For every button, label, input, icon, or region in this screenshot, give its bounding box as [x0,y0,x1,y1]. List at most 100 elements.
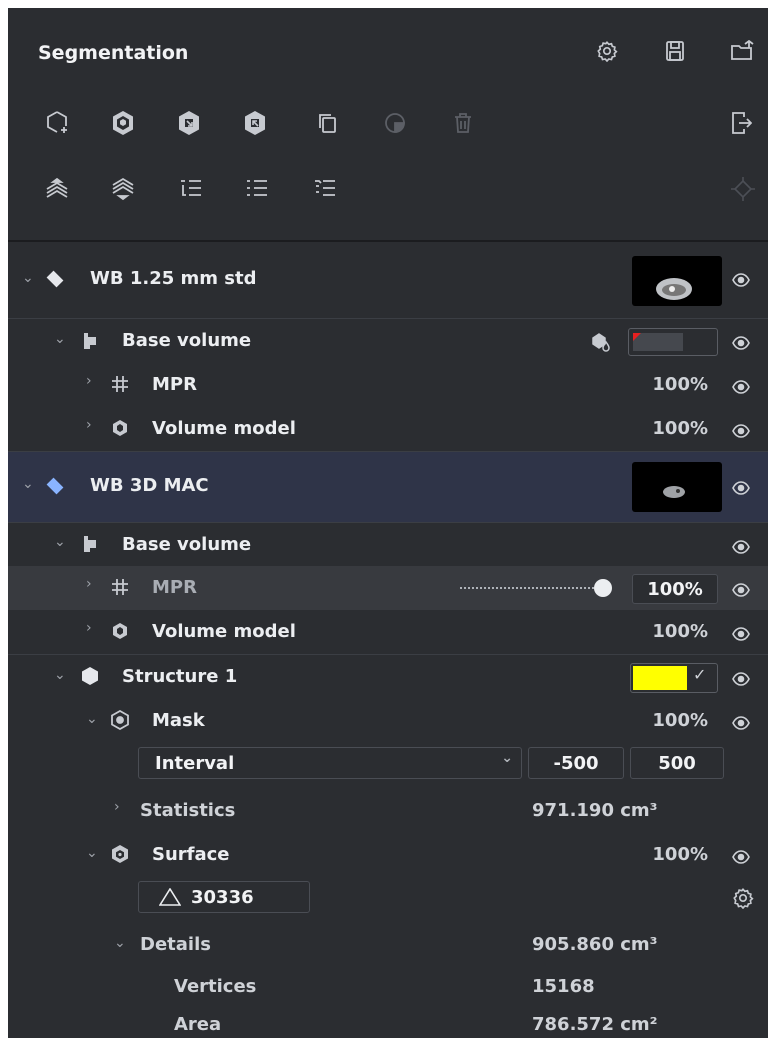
series-thumbnail[interactable] [632,256,722,306]
visibility-eye-icon[interactable] [732,539,750,554]
chevron-down-icon[interactable]: ⌄ [54,667,66,683]
triangle-count-row: 30336 [8,877,768,923]
opacity-input[interactable]: 100% [632,574,718,604]
save-icon[interactable] [662,38,688,64]
opacity-slider-thumb[interactable] [594,579,612,597]
exit-icon[interactable] [726,108,756,138]
interval-mode-value: Interval [155,752,235,774]
mpr-icon [110,577,130,597]
layers-up-icon[interactable] [42,174,72,204]
open-folder-icon[interactable] [728,38,756,64]
series-row-1[interactable]: ⌄ WB 1.25 mm std [8,242,768,319]
interval-min-input[interactable]: -500 [528,747,624,779]
list-indent-icon[interactable] [176,174,206,204]
chevron-down-icon[interactable]: ⌄ [86,711,98,727]
list-collapse-icon[interactable] [310,174,340,204]
chevron-right-icon[interactable]: › [86,576,92,592]
interval-row: Interval ⌄ -500 500 [8,743,768,789]
base-volume-row[interactable]: ⌄ Base volume [8,319,768,363]
interval-max-input[interactable]: 500 [630,747,724,779]
series-diamond-icon [46,270,64,288]
chevron-down-icon[interactable]: ⌄ [54,331,66,347]
opacity-value: 100% [652,418,708,439]
colormap-swatch[interactable] [628,328,718,356]
structure-label: Structure 1 [122,666,238,687]
visibility-eye-icon[interactable] [732,715,750,730]
details-row[interactable]: ⌄ Details 905.860 cm³ [8,923,768,967]
statistics-row[interactable]: › Statistics 971.190 cm³ [8,789,768,833]
chevron-down-icon[interactable]: ⌄ [22,476,34,492]
structure-color-swatch [633,666,687,690]
volume-icon [80,331,100,351]
volume-model-row[interactable]: › Volume model 100% [8,610,768,655]
volume-model-row[interactable]: › Volume model 100% [8,407,768,451]
base-volume-row[interactable]: ⌄ Base volume [8,522,768,566]
chevron-down-icon[interactable]: ⌄ [114,935,126,951]
series-label: WB 3D MAC [90,475,209,496]
chevron-right-icon[interactable]: › [86,620,92,636]
base-volume-label: Base volume [122,330,252,351]
opacity-value: 100% [652,710,708,731]
visibility-eye-icon[interactable] [732,335,750,350]
statistics-value: 971.190 cm³ [532,800,658,821]
visibility-eye-icon[interactable] [732,480,750,495]
triangle-icon [159,888,181,906]
copy-icon[interactable] [312,108,342,138]
cube-import-icon[interactable] [174,108,204,138]
chevron-right-icon[interactable]: › [86,373,92,389]
visibility-eye-icon[interactable] [732,671,750,686]
details-value: 905.860 cm³ [532,934,658,955]
area-row: Area 786.572 cm² [8,1008,768,1038]
structure-row[interactable]: ⌄ Structure 1 ✓ [8,655,768,699]
mpr-icon [110,374,130,394]
visibility-eye-icon[interactable] [732,272,750,287]
mpr-row[interactable]: › MPR 100% [8,566,768,610]
vertices-row: Vertices 15168 [8,967,768,1007]
series-row-2[interactable]: ⌄ WB 3D MAC [8,451,768,523]
visibility-eye-icon[interactable] [732,582,750,597]
cube-outline-icon[interactable] [108,108,138,138]
volume-model-label: Volume model [152,418,296,439]
chevron-down-icon[interactable]: ⌄ [86,845,98,861]
add-segment-icon[interactable] [42,108,72,138]
vertices-label: Vertices [174,976,257,997]
panel-title: Segmentation [38,42,189,64]
settings-gear-icon[interactable] [594,38,620,64]
chevron-right-icon[interactable]: › [114,799,120,815]
checkmark-icon: ✓ [693,665,707,684]
mask-row[interactable]: ⌄ Mask 100% [8,699,768,743]
opacity-slider-track[interactable] [460,587,610,591]
visibility-eye-icon[interactable] [732,626,750,641]
triangle-count-field[interactable]: 30336 [138,881,310,913]
area-value: 786.572 cm² [532,1014,658,1035]
hexagon-icon [80,666,100,686]
mpr-row[interactable]: › MPR 100% [8,363,768,407]
vertices-value: 15168 [532,976,595,997]
mpr-label: MPR [152,577,197,598]
trash-icon[interactable] [448,108,478,138]
area-label: Area [174,1014,222,1035]
list-icon[interactable] [242,174,272,204]
surface-row[interactable]: ⌄ Surface 100% [8,833,768,877]
pie-icon[interactable] [380,108,410,138]
volume-model-label: Volume model [152,621,296,642]
visibility-eye-icon[interactable] [732,423,750,438]
layers-down-icon[interactable] [108,174,138,204]
crosshair-icon[interactable] [728,174,758,204]
series-thumbnail[interactable] [632,462,722,512]
visibility-eye-icon[interactable] [732,379,750,394]
cube-export-icon[interactable] [240,108,270,138]
chevron-right-icon[interactable]: › [86,417,92,433]
interval-mode-select[interactable]: Interval ⌄ [138,747,522,779]
surface-settings-gear-icon[interactable] [730,885,756,911]
visibility-eye-icon[interactable] [732,849,750,864]
color-drop-icon[interactable] [590,331,612,353]
mask-icon [110,710,130,730]
opacity-value: 100% [652,844,708,865]
series-diamond-icon [46,477,64,495]
chevron-down-icon[interactable]: ⌄ [54,534,66,550]
chevron-down-icon[interactable]: ⌄ [22,270,34,286]
structure-color-picker[interactable]: ✓ [630,663,718,693]
base-volume-label: Base volume [122,534,252,555]
triangle-count-value: 30336 [191,886,254,908]
